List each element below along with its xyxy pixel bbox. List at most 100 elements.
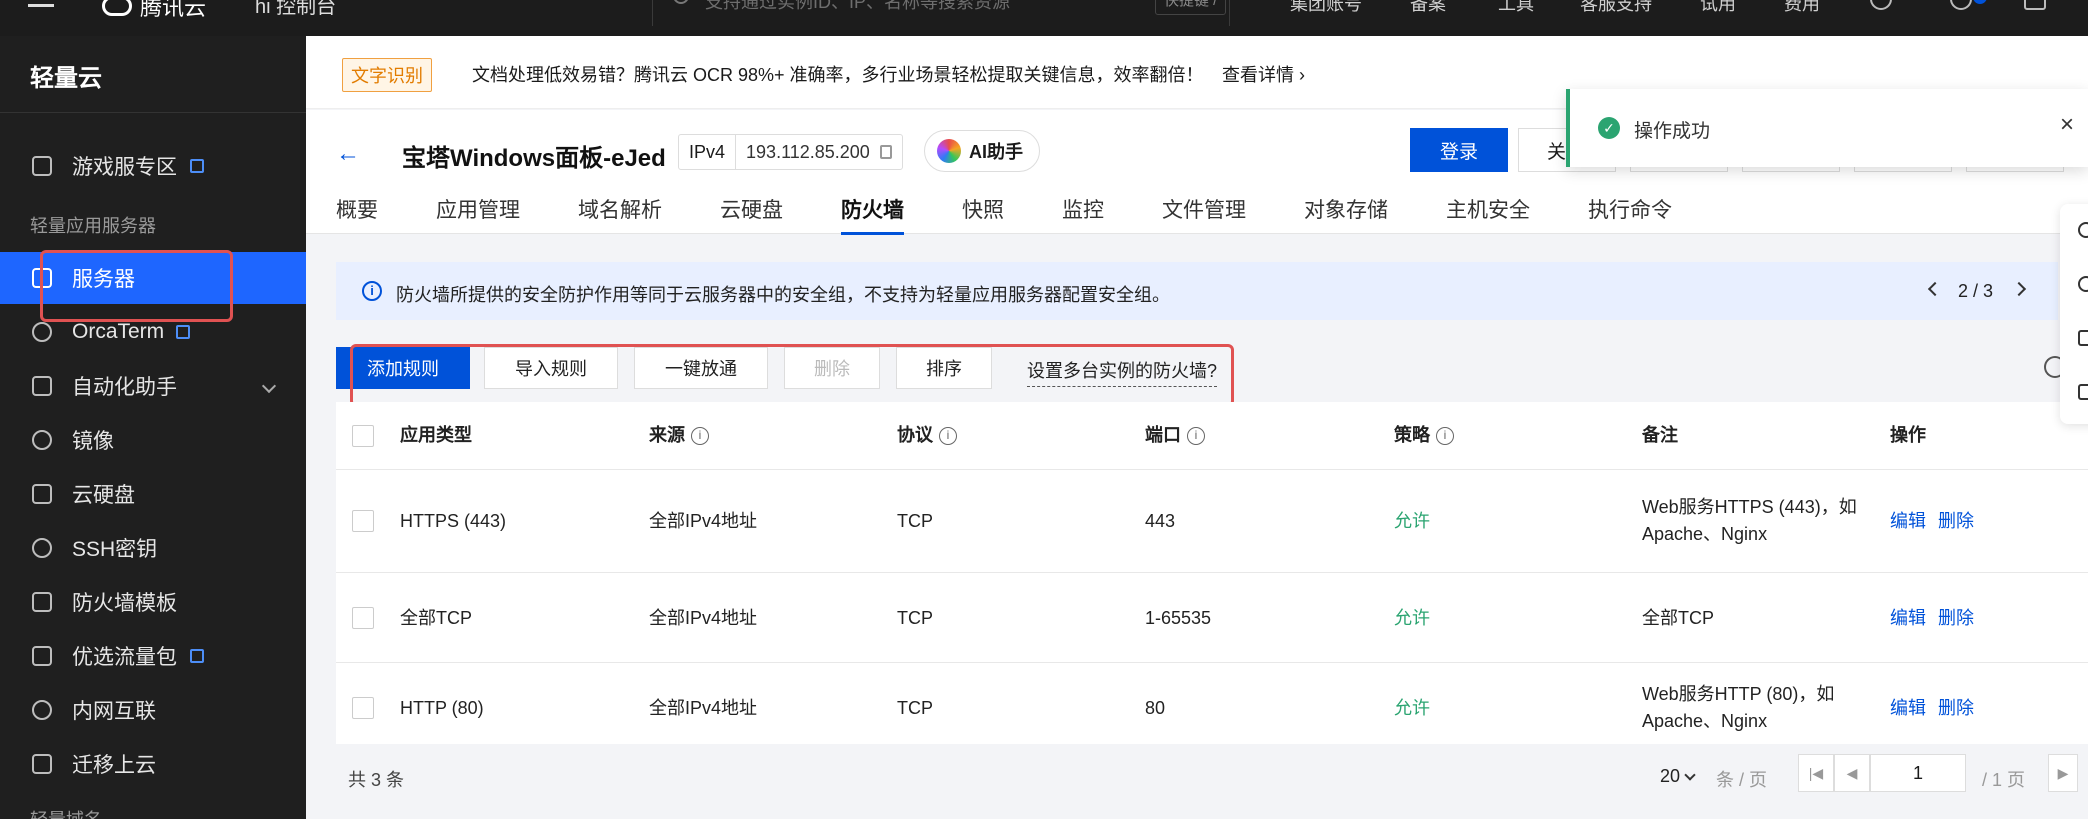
headset-icon[interactable] xyxy=(2078,222,2088,238)
col-header-policy-label: 策略 xyxy=(1394,425,1430,445)
help-icon[interactable]: i xyxy=(691,427,709,446)
row-checkbox[interactable] xyxy=(352,697,374,719)
tab-monitoring[interactable]: 监控 xyxy=(1062,194,1104,235)
sidebar-item-automation[interactable]: 自动化助手 xyxy=(0,360,306,412)
cell-source: 全部IPv4地址 xyxy=(649,698,758,718)
highlight-box-toolbar xyxy=(350,344,1234,407)
col-header-port-label: 端口 xyxy=(1145,425,1181,445)
sidebar-item-firewall-templates[interactable]: 防火墙模板 xyxy=(0,576,306,628)
table-row: 全部TCP 全部IPv4地址 TCP 1-65535 允许 全部TCP 编辑 删… xyxy=(336,573,2088,663)
nav-filing[interactable]: 备案 xyxy=(1410,0,1446,16)
col-header-protocol-label: 协议 xyxy=(897,425,933,445)
row-checkbox[interactable] xyxy=(352,607,374,629)
edit-link[interactable]: 编辑 xyxy=(1890,605,1926,632)
first-page-icon[interactable]: |◀ xyxy=(1798,754,1834,792)
feedback-icon[interactable] xyxy=(2078,276,2088,292)
external-link-icon xyxy=(176,325,190,339)
login-button[interactable]: 登录 xyxy=(1410,128,1508,172)
close-icon[interactable]: × xyxy=(2060,111,2074,139)
row-checkbox[interactable] xyxy=(352,510,374,532)
sidebar-item-label: 内网互联 xyxy=(72,700,156,723)
cell-app-type: HTTP (80) xyxy=(400,698,484,718)
tab-run-command[interactable]: 执行命令 xyxy=(1588,194,1672,235)
next-page-icon[interactable]: ▶ xyxy=(2048,754,2078,792)
menu-icon[interactable] xyxy=(28,4,54,7)
page-number-input[interactable]: 1 xyxy=(1870,754,1966,792)
sidebar-item-label: 云硬盘 xyxy=(72,484,135,507)
delete-link[interactable]: 删除 xyxy=(1938,605,1974,632)
sidebar-item-label: 游戏服专区 xyxy=(72,156,177,179)
sidebar-item-migration[interactable]: 迁移上云 xyxy=(0,738,306,790)
info-icon: i xyxy=(362,281,382,301)
copy-icon[interactable] xyxy=(879,145,892,159)
nav-support[interactable]: 客服支持 xyxy=(1580,0,1652,16)
back-arrow-icon[interactable]: ← xyxy=(336,140,360,168)
edit-link[interactable]: 编辑 xyxy=(1890,508,1926,535)
nav-tools[interactable]: 工具 xyxy=(1498,0,1534,16)
sidebar-item-label: 防火墙模板 xyxy=(72,592,177,615)
tab-object-storage[interactable]: 对象存储 xyxy=(1304,194,1388,235)
help-icon[interactable]: i xyxy=(939,427,957,446)
banner-text: 防火墙所提供的安全防护作用等同于云服务器中的安全组，不支持为轻量应用服务器配置安… xyxy=(396,285,1170,305)
sidebar-item-cloud-disk[interactable]: 云硬盘 xyxy=(0,468,306,520)
edit-link[interactable]: 编辑 xyxy=(1890,695,1926,722)
col-header-policy: 策略 i xyxy=(1394,422,1454,449)
tab-firewall[interactable]: 防火墙 xyxy=(841,194,904,235)
tab-cloud-disk[interactable]: 云硬盘 xyxy=(720,194,783,235)
prev-page-icon[interactable]: ◀ xyxy=(1834,754,1870,792)
chevron-left-icon[interactable] xyxy=(1927,281,1943,297)
chevron-right-icon[interactable] xyxy=(2011,281,2027,297)
chevron-down-icon xyxy=(261,378,277,394)
sidebar-item-intranet[interactable]: 内网互联 xyxy=(0,684,306,736)
sidebar-item-label: OrcaTerm xyxy=(72,320,165,343)
nav-billing[interactable]: 费用 xyxy=(1784,0,1820,16)
tab-file-management[interactable]: 文件管理 xyxy=(1162,194,1246,235)
announcement-link[interactable]: 查看详情 › xyxy=(1222,61,1305,87)
total-count: 共 3 条 xyxy=(348,770,405,790)
sidebar-item-images[interactable]: 镜像 xyxy=(0,414,306,466)
page-size-select[interactable]: 20 xyxy=(1660,766,1700,787)
sidebar-item-label: 自动化助手 xyxy=(72,376,177,399)
select-all-checkbox[interactable] xyxy=(352,425,374,447)
nav-group-account[interactable]: 集团账号 xyxy=(1290,0,1362,16)
help-icon[interactable]: i xyxy=(1187,427,1205,446)
settings-icon[interactable] xyxy=(2024,0,2046,10)
ai-assistant-button[interactable]: AI助手 xyxy=(924,130,1040,172)
sidebar-item-traffic-packages[interactable]: 优选流量包 xyxy=(0,630,306,682)
global-search[interactable]: 支持通过实例ID、IP、名称等搜索资源 快捷键 / xyxy=(652,0,1230,26)
col-header-note: 备注 xyxy=(1642,425,1678,445)
announcement-link-label: 查看详情 xyxy=(1222,65,1294,85)
ai-logo-icon xyxy=(937,139,961,163)
cell-note: 全部TCP xyxy=(1642,608,1714,628)
tab-dns[interactable]: 域名解析 xyxy=(578,194,662,235)
table-header-row: 应用类型 来源 i 协议 i 端口 i 策略 i 备注 操作 xyxy=(336,402,2088,470)
sidebar-group-domains: 轻量域名 xyxy=(30,806,102,819)
search-icon xyxy=(673,0,689,4)
delete-link[interactable]: 删除 xyxy=(1938,508,1974,535)
sidebar-item-ssh-keys[interactable]: SSH密钥 xyxy=(0,522,306,574)
tab-overview[interactable]: 概要 xyxy=(336,194,378,235)
announcement-text: 文档处理低效易错？腾讯云 OCR 98%+ 准确率，多行业场景轻松提取关键信息，… xyxy=(472,65,1204,85)
nav-trial[interactable]: 试用 xyxy=(1700,0,1736,16)
announcement-tag[interactable]: 文字识别 xyxy=(342,58,432,92)
tab-host-security[interactable]: 主机安全 xyxy=(1446,194,1530,235)
document-icon[interactable] xyxy=(2078,330,2088,346)
sidebar-item-label: 镜像 xyxy=(72,430,114,453)
help-icon[interactable]: i xyxy=(1436,427,1454,446)
migrate-icon xyxy=(32,754,52,774)
info-banner: i 防火墙所提供的安全防护作用等同于云服务器中的安全组，不支持为轻量应用服务器配… xyxy=(336,262,2058,320)
console-link[interactable]: hi 控制台 xyxy=(255,0,336,19)
brand-logo[interactable]: 腾讯云 xyxy=(102,0,206,22)
delete-link[interactable]: 删除 xyxy=(1938,695,1974,722)
cell-protocol: TCP xyxy=(897,698,933,718)
chevron-down-icon xyxy=(1684,769,1696,781)
traffic-package-icon xyxy=(32,646,52,666)
cell-note-line: Web服务HTTPS (443)，如 xyxy=(1642,497,1857,517)
sidebar-item-game-zone[interactable]: 游戏服专区 xyxy=(0,140,306,192)
list-icon[interactable] xyxy=(2078,384,2088,400)
bell-icon[interactable] xyxy=(1950,0,1972,10)
tab-app-management[interactable]: 应用管理 xyxy=(436,194,520,235)
cloud-logo-icon xyxy=(102,0,132,16)
help-icon[interactable] xyxy=(1870,0,1892,10)
tab-snapshots[interactable]: 快照 xyxy=(962,194,1004,235)
